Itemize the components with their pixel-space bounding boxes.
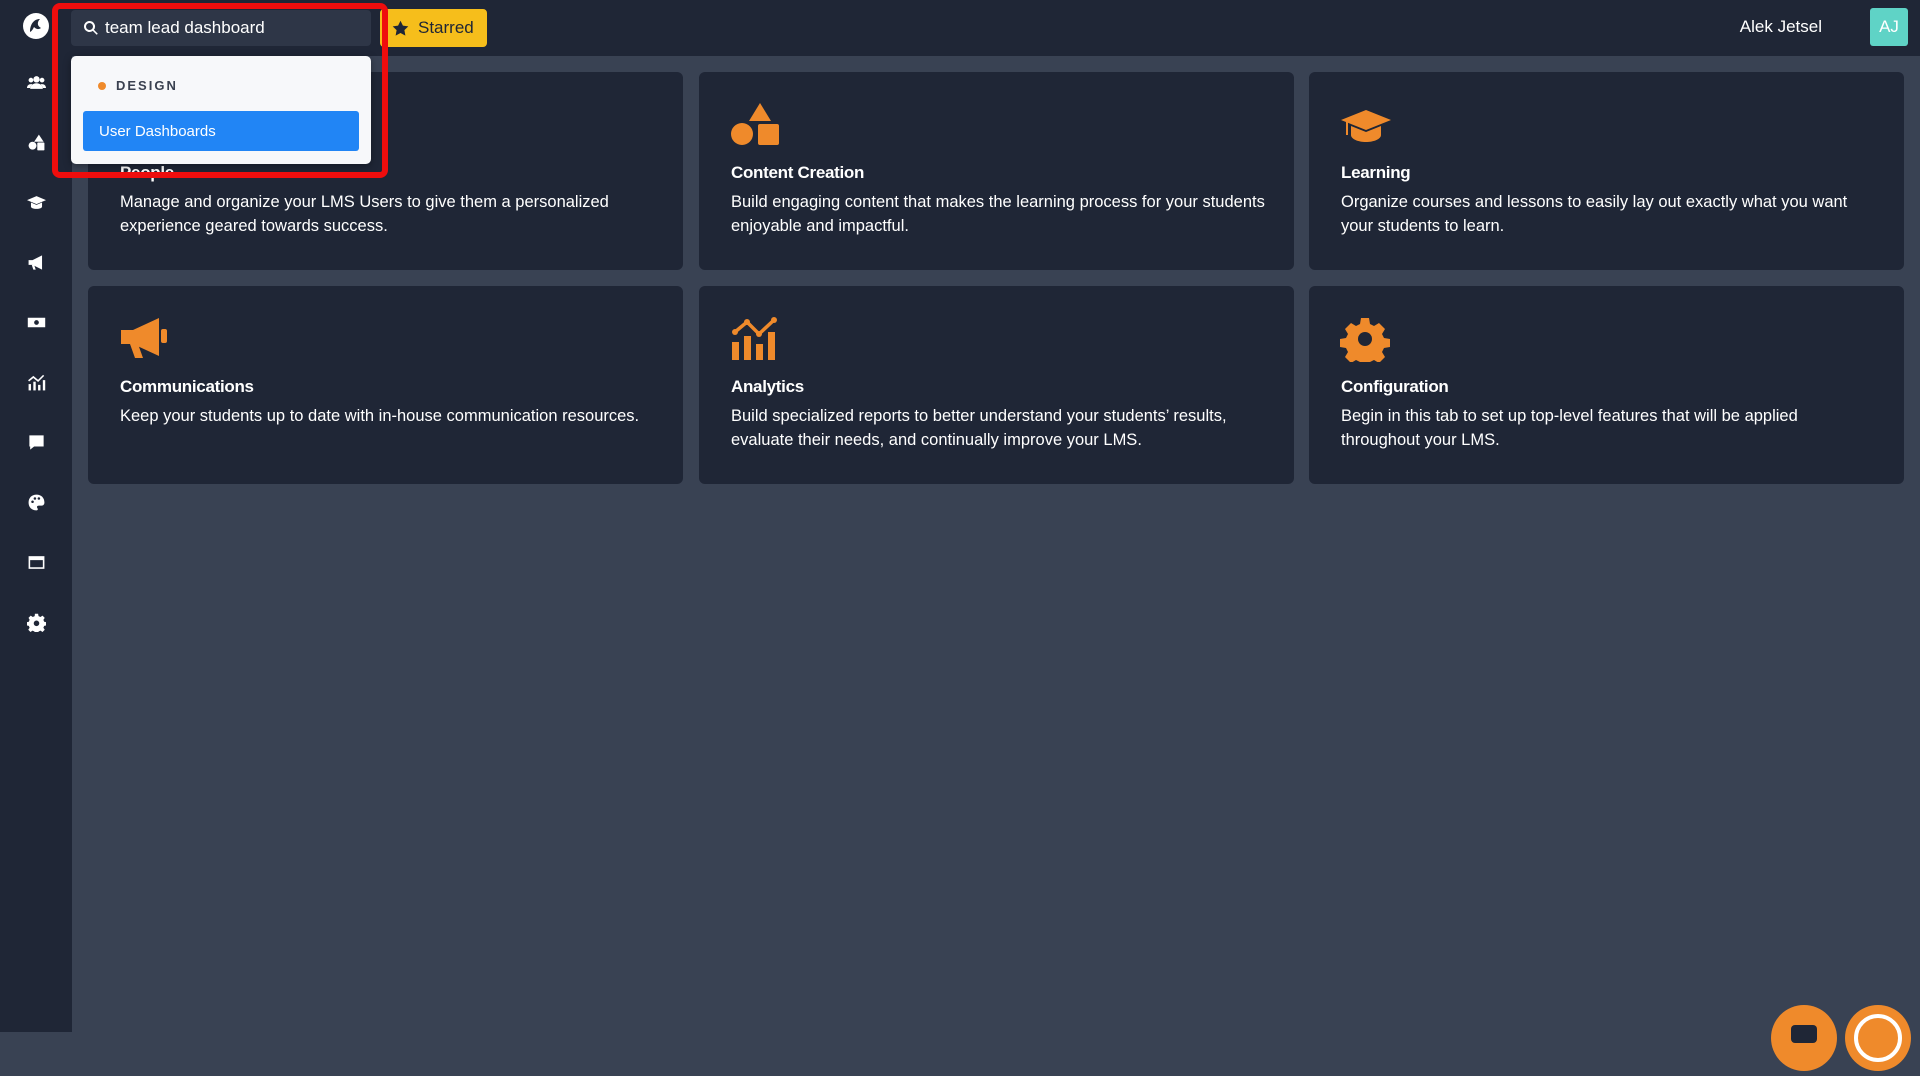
search-result-user-dashboards[interactable]: User Dashboards xyxy=(83,111,359,151)
search-results-dropdown: DESIGN User Dashboards xyxy=(71,56,371,164)
analytics-icon xyxy=(27,374,45,390)
window-icon xyxy=(28,555,44,569)
graduation-cap-icon xyxy=(26,195,46,209)
group-dot xyxy=(98,81,106,90)
card-title: Learning xyxy=(1341,163,1411,182)
result-group-label: DESIGN xyxy=(116,78,178,93)
analytics-icon xyxy=(730,316,782,362)
card-description: Keep your students up to date with in-ho… xyxy=(120,407,640,425)
sidebar-item-design[interactable] xyxy=(24,490,48,514)
chat-icon xyxy=(1791,1025,1817,1043)
sidebar-item-analytics[interactable] xyxy=(24,370,48,394)
gear-icon xyxy=(26,613,46,632)
sidebar xyxy=(0,0,72,1032)
card-description: Organize courses and lessons to easily l… xyxy=(1341,193,1848,235)
star-icon xyxy=(392,20,409,36)
search-input[interactable] xyxy=(105,10,355,46)
sidebar-item-configuration[interactable] xyxy=(24,610,48,634)
starred-button[interactable]: Starred xyxy=(380,9,487,47)
comment-icon xyxy=(28,434,44,450)
card-analytics[interactable]: Analytics Build specialized reports to b… xyxy=(699,286,1294,484)
search-box[interactable] xyxy=(71,10,371,46)
search-icon xyxy=(84,21,98,35)
graduation-cap-icon xyxy=(1340,102,1392,148)
megaphone-icon xyxy=(28,254,42,270)
logo-icon[interactable] xyxy=(22,12,50,40)
result-group-header: DESIGN xyxy=(98,78,178,93)
card-title: Configuration xyxy=(1341,377,1449,396)
chat-fab-button[interactable] xyxy=(1771,1005,1837,1071)
sidebar-item-communications[interactable] xyxy=(24,250,48,274)
card-description: Build engaging content that makes the le… xyxy=(731,193,1265,235)
megaphone-icon xyxy=(119,316,171,362)
card-configuration[interactable]: Configuration Begin in this tab to set u… xyxy=(1309,286,1904,484)
card-title: People xyxy=(120,163,174,182)
user-name: Alek Jetsel xyxy=(1739,17,1822,36)
sidebar-item-learning[interactable] xyxy=(24,190,48,214)
sidebar-item-pages[interactable] xyxy=(24,550,48,574)
card-content-creation[interactable]: Content Creation Build engaging content … xyxy=(699,72,1294,270)
card-communications[interactable]: Communications Keep your students up to … xyxy=(88,286,683,484)
logo-icon xyxy=(1854,1014,1902,1062)
money-icon xyxy=(27,317,45,327)
card-learning[interactable]: Learning Organize courses and lessons to… xyxy=(1309,72,1904,270)
shapes-icon xyxy=(730,102,782,148)
starred-label: Starred xyxy=(418,18,474,37)
card-description: Build specialized reports to better unde… xyxy=(731,407,1227,449)
sidebar-item-people[interactable] xyxy=(24,70,48,94)
users-icon xyxy=(26,75,46,89)
shapes-icon xyxy=(28,134,44,150)
card-description: Begin in this tab to set up top-level fe… xyxy=(1341,407,1798,449)
avatar[interactable]: AJ xyxy=(1870,8,1908,46)
card-title: Analytics xyxy=(731,377,804,396)
sidebar-item-finance[interactable] xyxy=(24,310,48,334)
card-title: Communications xyxy=(120,377,254,396)
card-title: Content Creation xyxy=(731,163,865,182)
card-description: Manage and organize your LMS Users to gi… xyxy=(120,193,609,235)
assistant-fab-button[interactable] xyxy=(1845,1005,1911,1071)
gear-icon xyxy=(1340,316,1392,368)
palette-icon xyxy=(28,494,44,510)
sidebar-item-messages[interactable] xyxy=(24,430,48,454)
sidebar-item-content-creation[interactable] xyxy=(24,130,48,154)
